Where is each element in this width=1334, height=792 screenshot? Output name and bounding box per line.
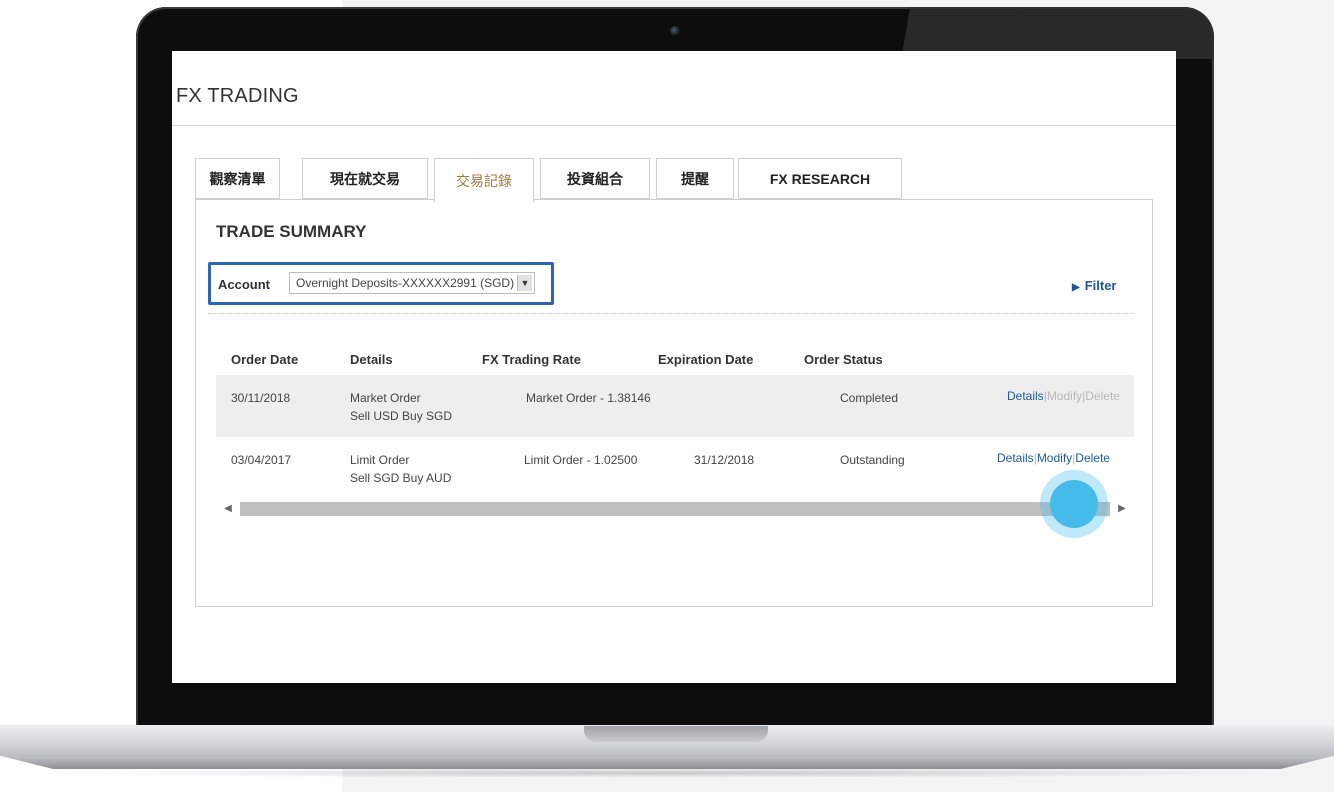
order-date: 30/11/2018 bbox=[231, 391, 291, 405]
account-select-value: Overnight Deposits-XXXXXX2991 (SGD) bbox=[296, 276, 515, 290]
row-actions: Details|Modify|Delete bbox=[1007, 389, 1120, 403]
order-pair: Sell USD Buy SGD bbox=[350, 409, 453, 423]
title-divider bbox=[172, 125, 1176, 126]
filter-link[interactable]: ▶ Filter bbox=[1072, 278, 1117, 293]
table-row: 03/04/2017 Limit Order Sell SGD Buy AUD … bbox=[216, 437, 1134, 499]
details-link[interactable]: Details bbox=[997, 451, 1034, 465]
scroll-track[interactable] bbox=[240, 502, 1110, 516]
order-type: Market Order bbox=[350, 391, 421, 405]
order-rate: Market Order - 1.38146 bbox=[526, 391, 651, 405]
order-date: 03/04/2017 bbox=[231, 453, 292, 467]
header-details: Details bbox=[350, 352, 393, 367]
tab-alerts[interactable]: 提醒 bbox=[656, 158, 734, 199]
laptop-shadow bbox=[40, 768, 1294, 778]
account-select[interactable]: Overnight Deposits-XXXXXX2991 (SGD) ▼ bbox=[289, 272, 535, 294]
trade-summary-panel: TRADE SUMMARY Account Overnight Deposits… bbox=[195, 199, 1153, 607]
order-status: Completed bbox=[840, 391, 899, 405]
filter-label: Filter bbox=[1084, 278, 1117, 293]
laptop-bezel: FX TRADING 觀察清單 現在就交易 交易記錄 投資組合 提醒 FX RE… bbox=[136, 7, 1214, 737]
order-expiration: 31/12/2018 bbox=[694, 453, 755, 467]
triangle-down-icon[interactable]: ▼ bbox=[517, 275, 532, 291]
laptop-notch bbox=[584, 726, 768, 742]
tab-portfolio[interactable]: 投資組合 bbox=[540, 158, 650, 199]
triangle-right-icon: ▶ bbox=[1072, 282, 1080, 293]
modify-link: Modify bbox=[1046, 389, 1083, 403]
tab-watchlist[interactable]: 觀察清單 bbox=[195, 158, 280, 199]
order-status: Outstanding bbox=[840, 453, 905, 467]
app-title: FX TRADING bbox=[176, 85, 299, 107]
order-type: Limit Order bbox=[350, 453, 410, 467]
scroll-thumb[interactable] bbox=[240, 502, 1110, 516]
triangle-left-icon[interactable]: ◀ bbox=[216, 500, 240, 518]
camera-icon bbox=[670, 26, 680, 36]
touch-indicator bbox=[1040, 470, 1108, 538]
header-expiration-date: Expiration Date bbox=[658, 352, 754, 367]
details-link[interactable]: Details bbox=[1007, 389, 1044, 403]
header-order-date: Order Date bbox=[231, 352, 299, 367]
account-highlight: Account Overnight Deposits-XXXXXX2991 (S… bbox=[208, 262, 554, 305]
laptop-screen: FX TRADING 觀察清單 現在就交易 交易記錄 投資組合 提醒 FX RE… bbox=[172, 51, 1176, 683]
tab-trade-now[interactable]: 現在就交易 bbox=[302, 158, 428, 199]
horizontal-scrollbar[interactable]: ◀ ▶ bbox=[216, 500, 1134, 518]
delete-link: Delete bbox=[1085, 389, 1120, 403]
header-fx-rate: FX Trading Rate bbox=[482, 352, 581, 367]
modify-link[interactable]: Modify bbox=[1037, 451, 1072, 465]
row-actions: Details|Modify|Delete bbox=[997, 451, 1110, 465]
tab-fx-research[interactable]: FX RESEARCH bbox=[738, 158, 902, 199]
order-rate: Limit Order - 1.02500 bbox=[524, 453, 638, 467]
touch-indicator-core bbox=[1050, 480, 1098, 528]
triangle-right-icon[interactable]: ▶ bbox=[1110, 500, 1134, 518]
order-pair: Sell SGD Buy AUD bbox=[350, 471, 452, 485]
tab-trade-history[interactable]: 交易記錄 bbox=[434, 158, 534, 202]
account-label: Account bbox=[218, 277, 270, 292]
header-order-status: Order Status bbox=[804, 352, 883, 367]
table-row: 30/11/2018 Market Order Sell USD Buy SGD… bbox=[216, 375, 1134, 437]
delete-link[interactable]: Delete bbox=[1075, 451, 1110, 465]
panel-divider bbox=[208, 313, 1134, 314]
section-title: TRADE SUMMARY bbox=[216, 222, 367, 241]
